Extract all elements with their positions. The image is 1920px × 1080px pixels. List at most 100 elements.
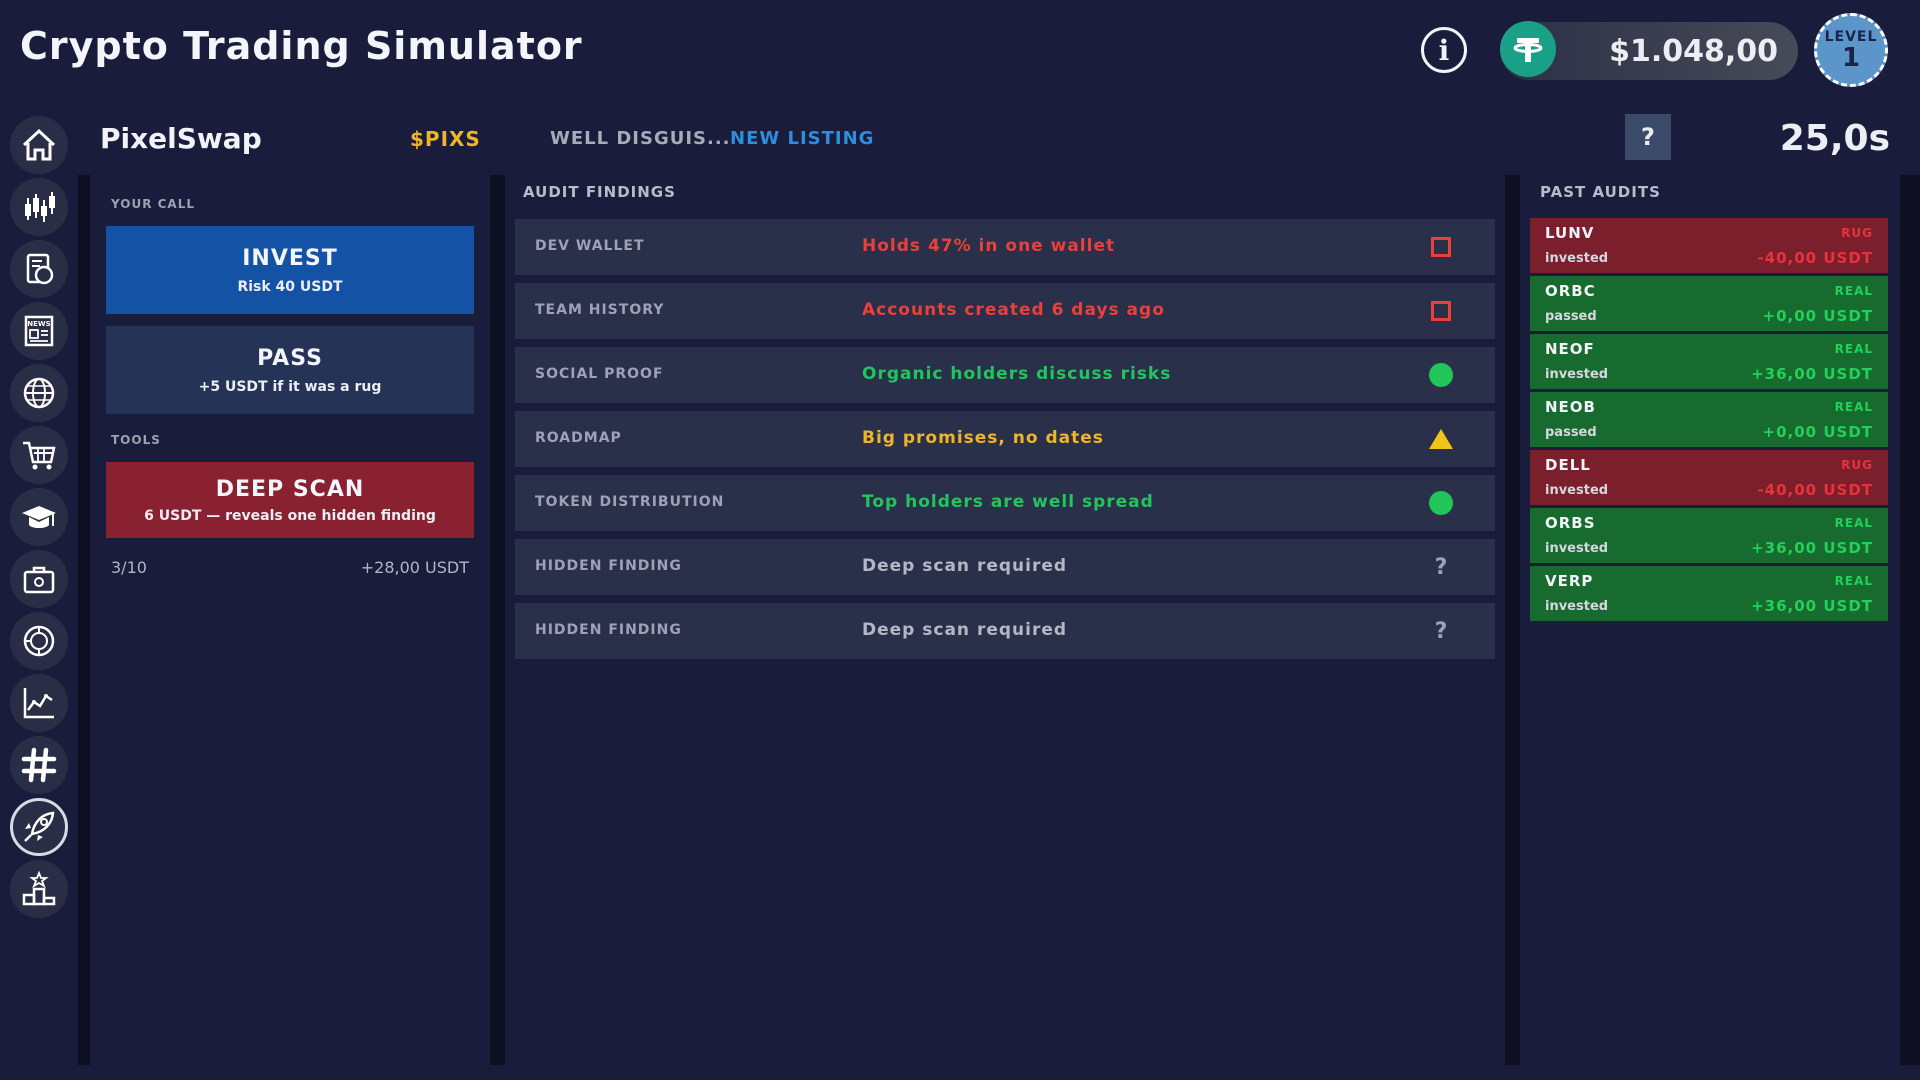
- invest-subtitle: Risk 40 USDT: [237, 278, 343, 295]
- top-bar: Crypto Trading Simulator i $1.048,00 LEV…: [0, 0, 1920, 100]
- past-audits-panel: PAST AUDITS LUNV RUG invested -40,00 USD…: [1520, 175, 1900, 1065]
- line-chart-icon[interactable]: [10, 674, 68, 732]
- past-audit-row[interactable]: NEOF REAL invested +36,00 USDT: [1530, 334, 1888, 389]
- your-call-label: YOUR CALL: [111, 197, 196, 211]
- finding-value: Holds 47% in one wallet: [862, 236, 1116, 256]
- past-audit-row[interactable]: DELL RUG invested -40,00 USDT: [1530, 450, 1888, 505]
- balance-value: $1.048,00: [1609, 34, 1778, 69]
- finding-value: Deep scan required: [862, 556, 1068, 576]
- pass-title: PASS: [257, 345, 323, 371]
- deep-scan-title: DEEP SCAN: [215, 476, 365, 502]
- globe-icon[interactable]: [10, 364, 68, 422]
- red-square-icon: [1428, 298, 1454, 324]
- help-button[interactable]: ?: [1625, 114, 1671, 160]
- tether-icon: [1500, 21, 1556, 77]
- past-audit-status: REAL: [1834, 574, 1873, 588]
- past-audit-row[interactable]: ORBC REAL passed +0,00 USDT: [1530, 276, 1888, 331]
- candlestick-icon[interactable]: [10, 178, 68, 236]
- hashtag-icon[interactable]: [10, 736, 68, 794]
- question-mark-icon: ?: [1434, 618, 1448, 644]
- finding-value: Deep scan required: [862, 620, 1068, 640]
- level-number: 1: [1841, 43, 1861, 73]
- countdown-timer: 25,0s: [1779, 118, 1890, 159]
- audit-progress-count: 3/10: [111, 558, 147, 577]
- past-audit-row[interactable]: ORBS REAL invested +36,00 USDT: [1530, 508, 1888, 563]
- past-audit-ticker: LUNV: [1545, 224, 1595, 242]
- deep-scan-button[interactable]: DEEP SCAN 6 USDT — reveals one hidden fi…: [106, 462, 474, 538]
- red-square-icon: [1428, 234, 1454, 260]
- past-audit-action: invested: [1545, 483, 1609, 498]
- finding-row-token-distribution: TOKEN DISTRIBUTION Top holders are well …: [515, 475, 1495, 531]
- past-audit-amount: -40,00 USDT: [1757, 249, 1873, 267]
- finding-label: TOKEN DISTRIBUTION: [535, 494, 725, 510]
- past-audit-amount: -40,00 USDT: [1757, 481, 1873, 499]
- finding-label: DEV WALLET: [535, 238, 645, 254]
- finding-value: Organic holders discuss risks: [862, 364, 1172, 384]
- past-audit-row[interactable]: NEOB REAL passed +0,00 USDT: [1530, 392, 1888, 447]
- info-icon[interactable]: i: [1421, 27, 1467, 73]
- deep-scan-subtitle: 6 USDT — reveals one hidden finding: [144, 507, 436, 524]
- finding-label: HIDDEN FINDING: [535, 558, 682, 574]
- past-audit-ticker: VERP: [1545, 572, 1594, 590]
- token-name: PixelSwap: [100, 122, 262, 155]
- question-mark-icon: ?: [1434, 554, 1448, 580]
- past-audit-ticker: NEOF: [1545, 340, 1595, 358]
- briefcase-icon[interactable]: [10, 550, 68, 608]
- token-ticker: $PIXS: [410, 127, 481, 151]
- token-header: PixelSwap $PIXS WELL DISGUIS... NEW LIST…: [0, 100, 1920, 170]
- past-audit-action: invested: [1545, 367, 1609, 382]
- session-earnings: +28,00 USDT: [360, 558, 469, 577]
- past-audit-row[interactable]: VERP REAL invested +36,00 USDT: [1530, 566, 1888, 621]
- past-audit-status: REAL: [1834, 284, 1873, 298]
- finding-label: HIDDEN FINDING: [535, 622, 682, 638]
- past-audit-status: REAL: [1834, 516, 1873, 530]
- warning-triangle-icon: [1428, 426, 1454, 452]
- finding-value: Top holders are well spread: [862, 492, 1154, 512]
- green-dot-icon: [1428, 362, 1454, 388]
- invest-title: INVEST: [242, 245, 338, 271]
- document-coin-icon[interactable]: [10, 240, 68, 298]
- finding-row-dev-wallet: DEV WALLET Holds 47% in one wallet: [515, 219, 1495, 275]
- finding-label: SOCIAL PROOF: [535, 366, 664, 382]
- finding-value: Big promises, no dates: [862, 428, 1104, 448]
- audit-findings-title: AUDIT FINDINGS: [523, 183, 676, 201]
- invest-button[interactable]: INVEST Risk 40 USDT: [106, 226, 474, 314]
- past-audit-status: REAL: [1834, 342, 1873, 356]
- app-title: Crypto Trading Simulator: [20, 24, 583, 68]
- finding-row-social-proof: SOCIAL PROOF Organic holders discuss ris…: [515, 347, 1495, 403]
- past-audit-amount: +36,00 USDT: [1751, 539, 1873, 557]
- panel-divider: [78, 175, 90, 1065]
- coin-chart-icon[interactable]: [10, 612, 68, 670]
- finding-value: Accounts created 6 days ago: [862, 300, 1165, 320]
- audit-findings-panel: AUDIT FINDINGS DEV WALLET Holds 47% in o…: [505, 175, 1505, 1065]
- past-audit-status: RUG: [1841, 458, 1873, 472]
- podium-icon[interactable]: [10, 860, 68, 918]
- panel-divider: [1505, 175, 1520, 1065]
- graduation-cap-icon[interactable]: [10, 488, 68, 546]
- past-audit-action: invested: [1545, 599, 1609, 614]
- rocket-icon[interactable]: [10, 798, 68, 856]
- pass-subtitle: +5 USDT if it was a rug: [198, 378, 382, 395]
- finding-row-roadmap: ROADMAP Big promises, no dates: [515, 411, 1495, 467]
- news-icon-text: NEWS: [27, 320, 50, 328]
- panel-divider: [1900, 175, 1920, 1065]
- past-audit-ticker: ORBC: [1545, 282, 1596, 300]
- finding-label: ROADMAP: [535, 430, 622, 446]
- past-audits-title: PAST AUDITS: [1540, 183, 1661, 201]
- level-badge[interactable]: LEVEL 1: [1814, 13, 1888, 87]
- past-audit-amount: +0,00 USDT: [1762, 307, 1873, 325]
- finding-row-team-history: TEAM HISTORY Accounts created 6 days ago: [515, 283, 1495, 339]
- pass-button[interactable]: PASS +5 USDT if it was a rug: [106, 326, 474, 414]
- token-tag-new-listing: NEW LISTING: [730, 128, 875, 149]
- past-audit-action: invested: [1545, 541, 1609, 556]
- decision-panel: YOUR CALL INVEST Risk 40 USDT PASS +5 US…: [90, 175, 490, 1065]
- past-audit-row[interactable]: LUNV RUG invested -40,00 USDT: [1530, 218, 1888, 273]
- news-icon[interactable]: NEWS: [10, 302, 68, 360]
- past-audit-action: invested: [1545, 251, 1609, 266]
- past-audit-action: passed: [1545, 309, 1597, 324]
- past-audit-amount: +36,00 USDT: [1751, 597, 1873, 615]
- cart-icon[interactable]: [10, 426, 68, 484]
- past-audit-ticker: NEOB: [1545, 398, 1596, 416]
- past-audit-status: RUG: [1841, 226, 1873, 240]
- past-audit-action: passed: [1545, 425, 1597, 440]
